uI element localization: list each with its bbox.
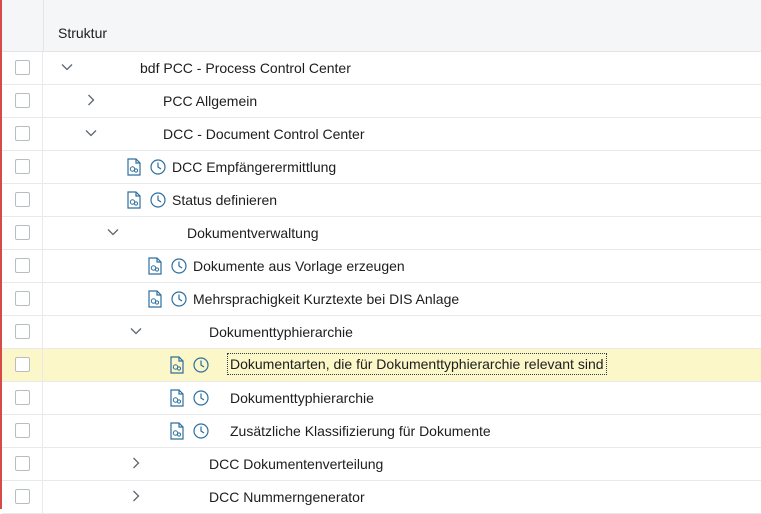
tree-row[interactable]: Dokumenttyphierarchie	[2, 316, 761, 349]
row-selector[interactable]	[2, 184, 43, 217]
row-selector[interactable]	[2, 481, 43, 514]
row-checkbox[interactable]	[15, 357, 30, 372]
clock-icon[interactable]	[192, 422, 210, 440]
row-checkbox[interactable]	[15, 258, 30, 273]
tree-row[interactable]: Dokumente aus Vorlage erzeugen	[2, 250, 761, 283]
tree-node-label[interactable]: Dokumentverwaltung	[187, 225, 319, 241]
tree-row[interactable]: Zusätzliche Klassifizierung für Dokument…	[2, 415, 761, 448]
row-selector[interactable]	[2, 448, 43, 481]
row-selector[interactable]	[2, 151, 43, 184]
table-header: Struktur	[2, 0, 761, 52]
tree-node-label[interactable]: bdf PCC - Process Control Center	[140, 60, 351, 76]
tree-node-label[interactable]: Status definieren	[172, 192, 277, 208]
chevron-down-icon[interactable]	[106, 225, 120, 239]
chevron-down-icon[interactable]	[129, 324, 143, 338]
column-title-struktur: Struktur	[58, 25, 108, 41]
chevron-right-icon[interactable]	[129, 489, 143, 503]
tree-node-label[interactable]: Zusätzliche Klassifizierung für Dokument…	[230, 423, 491, 439]
tree-node-label[interactable]: DCC Dokumentenverteilung	[209, 456, 383, 472]
chevron-down-icon[interactable]	[60, 60, 74, 74]
tree-row-selected[interactable]: Dokumentarten, die für Dokumenttyphierar…	[2, 349, 761, 382]
row-selector[interactable]	[2, 250, 43, 283]
row-selector[interactable]	[2, 316, 43, 349]
document-icon[interactable]	[169, 422, 185, 440]
tree-row[interactable]: Dokumenttyphierarchie	[2, 382, 761, 415]
row-checkbox[interactable]	[15, 93, 30, 108]
tree-node-label[interactable]: PCC Allgemein	[163, 93, 257, 109]
clock-icon[interactable]	[170, 290, 188, 308]
tree-row[interactable]: bdf PCC - Process Control Center	[2, 52, 761, 85]
clock-icon[interactable]	[149, 158, 167, 176]
chevron-right-icon[interactable]	[84, 93, 98, 107]
clock-icon[interactable]	[192, 389, 210, 407]
row-selector[interactable]	[2, 283, 43, 316]
tree-row[interactable]: PCC Allgemein	[2, 85, 761, 118]
tree-row[interactable]: DCC - Document Control Center	[2, 118, 761, 151]
row-checkbox[interactable]	[15, 225, 30, 240]
chevron-right-icon[interactable]	[129, 456, 143, 470]
row-checkbox[interactable]	[15, 159, 30, 174]
row-checkbox[interactable]	[15, 423, 30, 438]
document-icon[interactable]	[169, 389, 185, 407]
row-selector[interactable]	[2, 217, 43, 250]
document-icon[interactable]	[147, 290, 163, 308]
clock-icon[interactable]	[192, 356, 210, 374]
tree-row[interactable]: DCC Empfängerermittlung	[2, 151, 761, 184]
row-checkbox[interactable]	[15, 192, 30, 207]
row-selector[interactable]	[2, 52, 43, 85]
tree-row[interactable]: Dokumentverwaltung	[2, 217, 761, 250]
tree-node-label[interactable]: DCC Empfängerermittlung	[172, 159, 336, 175]
tree-row[interactable]: Status definieren	[2, 184, 761, 217]
tree-node-label[interactable]: Dokumente aus Vorlage erzeugen	[193, 258, 405, 274]
tree-node-label[interactable]: Mehrsprachigkeit Kurztexte bei DIS Anlag…	[193, 291, 459, 307]
tree-row[interactable]: Mehrsprachigkeit Kurztexte bei DIS Anlag…	[2, 283, 761, 316]
tree-row[interactable]: DCC Nummerngenerator	[2, 481, 761, 514]
row-checkbox[interactable]	[15, 126, 30, 141]
row-selector[interactable]	[2, 118, 43, 151]
row-checkbox[interactable]	[15, 324, 30, 339]
row-selector[interactable]	[2, 382, 43, 415]
clock-icon[interactable]	[149, 191, 167, 209]
row-selector[interactable]	[2, 349, 43, 382]
document-icon[interactable]	[147, 257, 163, 275]
select-column-header[interactable]	[2, 0, 44, 51]
tree-node-label[interactable]: DCC - Document Control Center	[163, 126, 365, 142]
clock-icon[interactable]	[170, 257, 188, 275]
row-selector[interactable]	[2, 85, 43, 118]
tree-node-label[interactable]: Dokumenttyphierarchie	[209, 324, 353, 340]
tree-row[interactable]: DCC Dokumentenverteilung	[2, 448, 761, 481]
document-icon[interactable]	[169, 356, 185, 374]
row-checkbox[interactable]	[15, 390, 30, 405]
row-checkbox[interactable]	[15, 291, 30, 306]
document-icon[interactable]	[126, 191, 142, 209]
row-checkbox[interactable]	[15, 489, 30, 504]
document-icon[interactable]	[126, 158, 142, 176]
row-checkbox[interactable]	[15, 456, 30, 471]
chevron-down-icon[interactable]	[84, 126, 98, 140]
row-checkbox[interactable]	[15, 60, 30, 75]
tree-node-label[interactable]: DCC Nummerngenerator	[209, 489, 365, 505]
tree-node-label[interactable]: Dokumenttyphierarchie	[230, 390, 374, 406]
row-selector[interactable]	[2, 415, 43, 448]
tree-node-label[interactable]: Dokumentarten, die für Dokumenttyphierar…	[227, 353, 607, 375]
